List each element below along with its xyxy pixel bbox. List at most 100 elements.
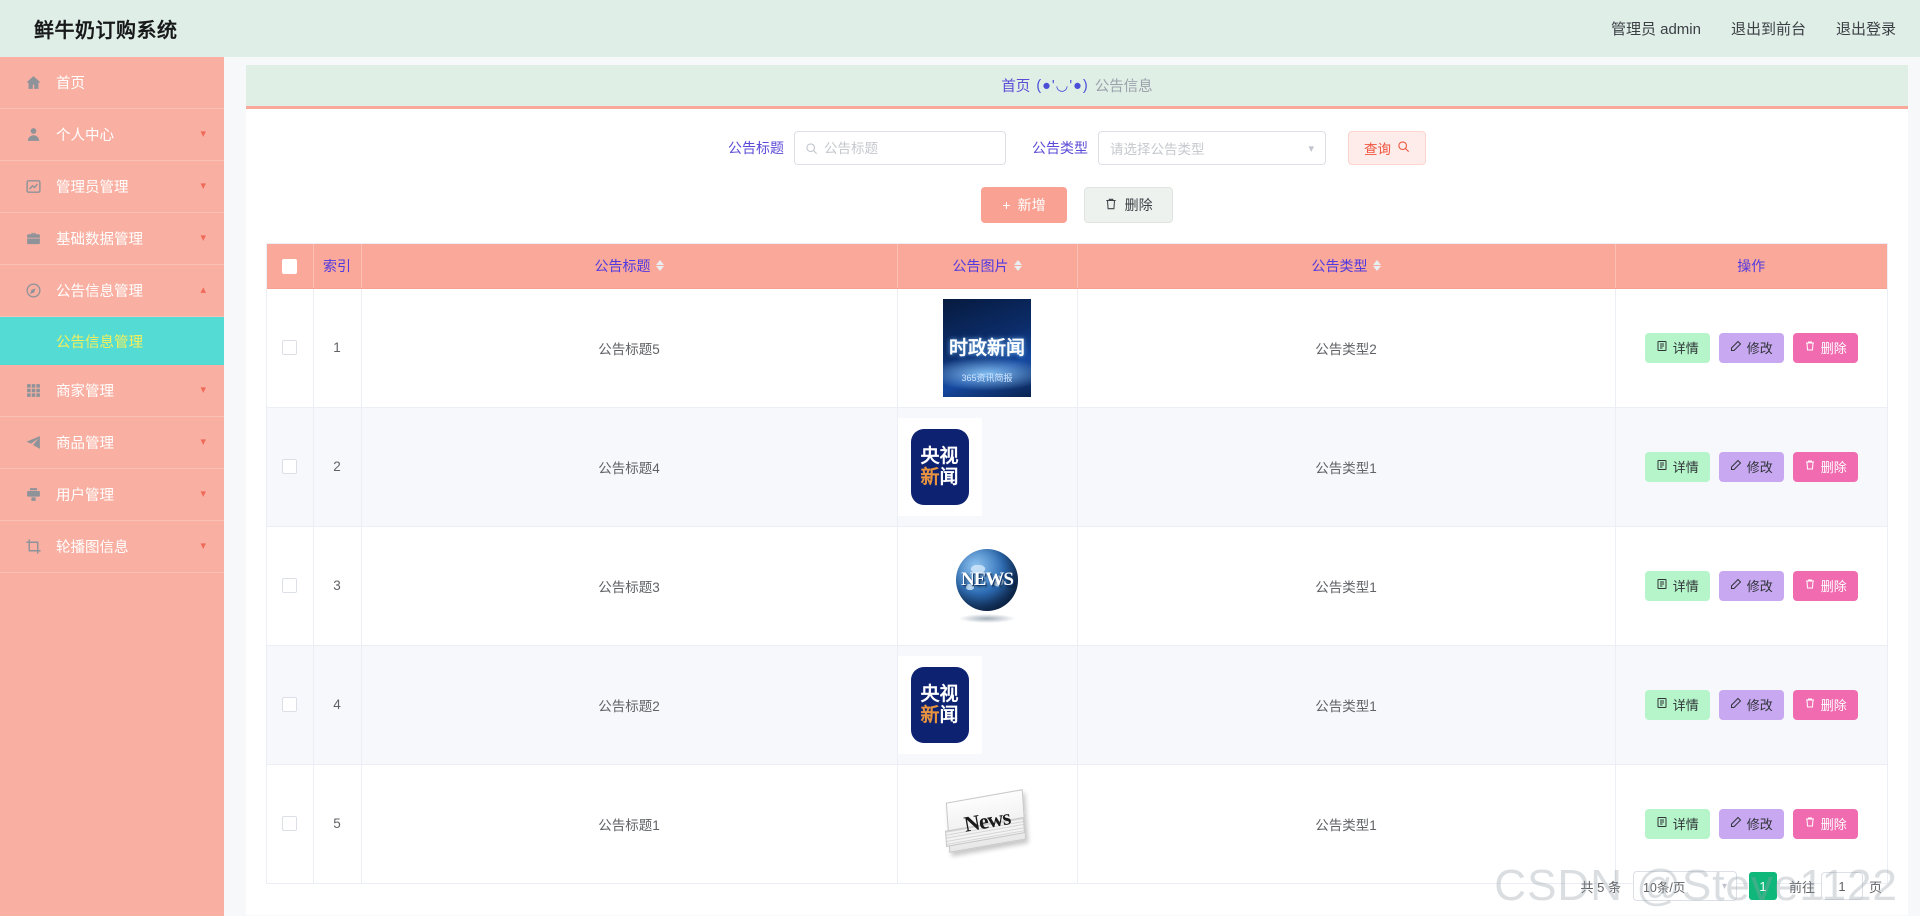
- sidebar-item-basic-data[interactable]: 基础数据管理 ▾: [0, 213, 224, 265]
- query-button-label: 查询: [1364, 142, 1391, 157]
- row-index-cell: 1: [313, 288, 362, 408]
- row-checkbox[interactable]: [282, 459, 298, 475]
- select-all-checkbox[interactable]: [282, 259, 298, 275]
- sidebar-item-notice-management[interactable]: 公告信息管理 ▴: [0, 265, 224, 317]
- trash-icon: [1104, 197, 1118, 214]
- sidebar: 首页 个人中心 ▾ 管理员管理 ▾ 基础数据管理 ▾ 公告信息管理 ▴ 公告信息…: [0, 57, 224, 916]
- trash-icon: [1804, 340, 1816, 355]
- sidebar-subitem-notice-management[interactable]: 公告信息管理: [0, 317, 224, 365]
- detail-button[interactable]: 详情: [1644, 808, 1710, 839]
- edit-button[interactable]: 修改: [1718, 689, 1784, 720]
- pagination-page-1[interactable]: 1: [1748, 872, 1777, 900]
- row-ops-cell: 详情 修改 删除: [1615, 645, 1887, 765]
- page-size-select[interactable]: 10条/页 ▾: [1632, 871, 1737, 901]
- sidebar-item-product-management[interactable]: 商品管理 ▾: [0, 417, 224, 469]
- row-checkbox[interactable]: [282, 340, 298, 356]
- notice-title-input-wrapper[interactable]: [794, 131, 1006, 165]
- bulk-delete-button[interactable]: 删除: [1083, 187, 1173, 223]
- jump-page-input[interactable]: [1820, 872, 1863, 900]
- search-form: 公告标题 公告类型 请选择公告类型 ▾ 查询: [246, 109, 1908, 165]
- thumbnail-subtext: 365资讯简报: [961, 372, 1013, 383]
- sidebar-item-personal-center[interactable]: 个人中心 ▾: [0, 109, 224, 161]
- detail-button-label: 详情: [1672, 579, 1699, 594]
- sidebar-item-user-management[interactable]: 用户管理 ▾: [0, 469, 224, 521]
- notice-title-input[interactable]: [824, 140, 995, 156]
- app-root: 鲜牛奶订购系统 管理员 admin 退出到前台 退出登录 首页 个人中心 ▾ 管…: [0, 0, 1920, 916]
- pencil-icon: [1730, 816, 1742, 831]
- admin-user-label[interactable]: 管理员 admin: [1611, 18, 1701, 39]
- edit-button-label: 修改: [1746, 460, 1773, 475]
- row-operations: 详情 修改 删除: [1616, 570, 1888, 601]
- notice-thumbnail-shizheng[interactable]: 时政新闻 365资讯简报: [943, 298, 1031, 397]
- logout-link[interactable]: 退出登录: [1836, 18, 1896, 39]
- document-icon: [1656, 340, 1668, 355]
- row-index-cell: 3: [313, 526, 362, 646]
- notice-thumbnail-newspaper[interactable]: News: [939, 786, 1035, 862]
- sidebar-item-home[interactable]: 首页: [0, 57, 224, 109]
- delete-button[interactable]: 删除: [1792, 451, 1858, 482]
- edit-button-label: 修改: [1746, 817, 1773, 832]
- exit-to-front-link[interactable]: 退出到前台: [1731, 18, 1806, 39]
- delete-button-label: 删除: [1820, 579, 1847, 594]
- notice-type-select[interactable]: 请选择公告类型 ▾: [1098, 131, 1326, 165]
- detail-button[interactable]: 详情: [1644, 689, 1710, 720]
- row-ops-cell: 详情 修改 删除: [1615, 526, 1888, 646]
- notice-thumbnail-globe[interactable]: NEWS: [945, 545, 1029, 627]
- column-index[interactable]: 索引: [313, 244, 362, 289]
- detail-button-label: 详情: [1672, 698, 1699, 713]
- edit-button[interactable]: 修改: [1718, 332, 1784, 363]
- column-image[interactable]: 公告图片: [897, 244, 1078, 289]
- column-index-label: 索引: [323, 257, 351, 274]
- search-icon: [1397, 140, 1410, 156]
- column-type[interactable]: 公告类型: [1077, 244, 1616, 289]
- pencil-icon: [1730, 697, 1742, 712]
- trash-icon: [1804, 816, 1816, 831]
- column-operations: 操作: [1615, 244, 1887, 289]
- detail-button[interactable]: 详情: [1644, 332, 1710, 363]
- table-body: 1 公告标题5 时政新闻 365资讯简报 公告类型2 详情 修改 删除 2 公告…: [267, 288, 1888, 884]
- sidebar-item-admin-management[interactable]: 管理员管理 ▾: [0, 161, 224, 213]
- delete-button[interactable]: 删除: [1792, 808, 1858, 839]
- sidebar-item-basic-data-label: 基础数据管理: [56, 232, 143, 248]
- sidebar-item-carousel-info[interactable]: 轮播图信息 ▾: [0, 521, 224, 573]
- document-icon: [1656, 578, 1668, 593]
- notice-thumbnail-cctv[interactable]: 央视 新闻: [897, 655, 982, 754]
- row-select-cell: [267, 645, 314, 765]
- delete-button[interactable]: 删除: [1792, 332, 1858, 363]
- content-card: 公告标题 公告类型 请选择公告类型 ▾ 查询: [246, 109, 1908, 915]
- row-checkbox[interactable]: [282, 578, 298, 594]
- sidebar-item-merchant-management[interactable]: 商家管理 ▾: [0, 365, 224, 417]
- thumbnail-text: 时政新闻: [948, 337, 1025, 359]
- detail-button[interactable]: 详情: [1644, 570, 1710, 601]
- row-checkbox[interactable]: [282, 816, 298, 832]
- breadcrumb-home[interactable]: 首页: [1001, 75, 1030, 96]
- sidebar-item-product-management-label: 商品管理: [56, 436, 114, 452]
- chart-icon: [22, 176, 44, 198]
- notice-thumbnail-cctv[interactable]: 央视 新闻: [897, 417, 982, 516]
- add-button[interactable]: + 新增: [981, 187, 1067, 223]
- edit-button[interactable]: 修改: [1718, 570, 1784, 601]
- detail-button[interactable]: 详情: [1644, 451, 1710, 482]
- pencil-icon: [1730, 459, 1742, 474]
- pencil-icon: [1730, 578, 1742, 593]
- query-button[interactable]: 查询: [1348, 131, 1426, 165]
- row-title-cell: 公告标题5: [361, 288, 898, 408]
- sidebar-item-home-label: 首页: [56, 76, 85, 92]
- delete-button[interactable]: 删除: [1792, 570, 1858, 601]
- edit-button[interactable]: 修改: [1718, 451, 1784, 482]
- sort-icon[interactable]: [1013, 260, 1022, 272]
- sort-icon[interactable]: [655, 260, 664, 272]
- delete-button-label: 删除: [1820, 341, 1847, 356]
- edit-button[interactable]: 修改: [1718, 808, 1784, 839]
- pagination-total: 共 5 条: [1580, 879, 1621, 895]
- column-title[interactable]: 公告标题: [361, 244, 898, 289]
- row-index-cell: 5: [313, 764, 362, 884]
- table-row: 4 公告标题2 央视 新闻 公告类型1 详情 修改 删除: [267, 645, 1887, 765]
- sort-icon[interactable]: [1372, 260, 1381, 272]
- chevron-down-icon: ▾: [200, 128, 206, 140]
- row-checkbox[interactable]: [282, 697, 298, 713]
- notice-title-label: 公告标题: [728, 140, 784, 156]
- delete-button-label: 删除: [1820, 698, 1847, 713]
- thumbnail-text: 央视: [920, 683, 959, 705]
- delete-button[interactable]: 删除: [1792, 689, 1858, 720]
